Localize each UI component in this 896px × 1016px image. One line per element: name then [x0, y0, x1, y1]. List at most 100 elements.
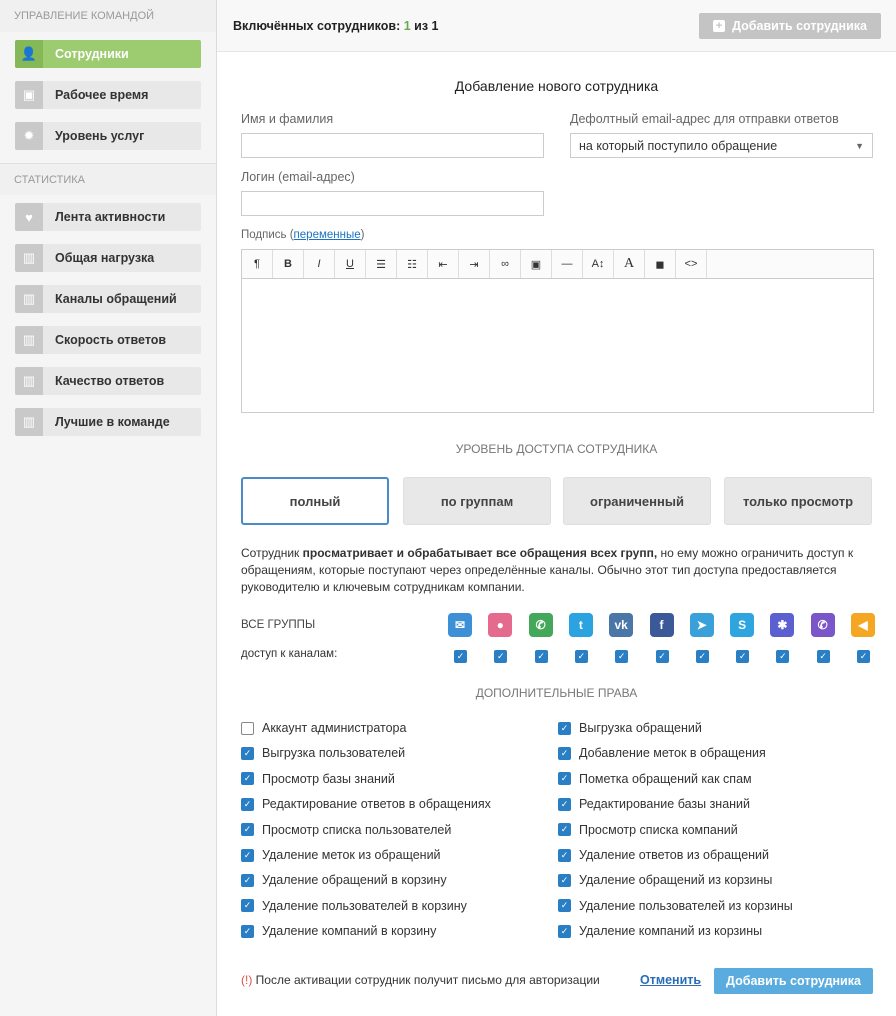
sidebar-item-stats-2[interactable]: ▥ Каналы обращений [15, 285, 201, 313]
permission-checkbox[interactable]: ✓ [558, 721, 571, 735]
phone-icon[interactable]: ✆ [528, 613, 553, 637]
background-color-icon[interactable]: ◼ [645, 250, 676, 278]
permission-right-5[interactable]: ✓ Удаление ответов из обращений [558, 848, 769, 862]
permission-checkbox[interactable]: ✓ [241, 848, 254, 862]
permission-right-0[interactable]: ✓ Выгрузка обращений [558, 721, 702, 735]
sidebar-item-stats-3[interactable]: ▥ Скорость ответов [15, 326, 201, 354]
channel-access-checkbox[interactable]: ✓ [574, 650, 588, 663]
bold-icon[interactable]: B [273, 250, 304, 278]
permission-left-0[interactable]: Аккаунт администратора [241, 721, 406, 735]
bar-chart-icon: ▥ [15, 367, 43, 395]
permission-right-6[interactable]: ✓ Удаление обращений из корзины [558, 873, 772, 887]
access-level-3[interactable]: только просмотр [724, 477, 872, 525]
desc-bold: просматривает и обрабатывает все обращен… [302, 546, 658, 560]
permission-checkbox[interactable]: ✓ [241, 797, 254, 811]
sidebar-item-stats-5[interactable]: ▥ Лучшие в команде [15, 408, 201, 436]
channel-access-checkbox[interactable]: ✓ [494, 650, 508, 663]
permission-checkbox[interactable]: ✓ [558, 772, 571, 786]
permission-checkbox[interactable]: ✓ [241, 746, 254, 760]
widget-icon[interactable]: ✱ [770, 613, 795, 637]
add-employee-submit-button[interactable]: Добавить сотрудника [714, 968, 873, 994]
name-input[interactable] [241, 133, 544, 158]
permission-right-7[interactable]: ✓ Удаление пользователей из корзины [558, 899, 793, 913]
permission-right-3[interactable]: ✓ Редактирование базы знаний [558, 797, 750, 811]
permission-checkbox[interactable]: ✓ [241, 899, 254, 913]
signature-textarea[interactable] [242, 279, 873, 412]
channel-access-checkbox[interactable]: ✓ [776, 650, 790, 663]
permission-left-1[interactable]: ✓ Выгрузка пользователей [241, 746, 405, 760]
channel-access-checkbox[interactable]: ✓ [655, 650, 669, 663]
permission-checkbox[interactable]: ✓ [558, 899, 571, 913]
permission-checkbox[interactable]: ✓ [558, 823, 571, 837]
channel-access-checkbox[interactable]: ✓ [454, 650, 467, 663]
vk-icon[interactable]: vk [609, 613, 634, 637]
telegram-icon[interactable]: ➤ [689, 613, 714, 637]
permission-right-4[interactable]: ✓ Просмотр списка компаний [558, 823, 738, 837]
permission-right-2[interactable]: ✓ Пометка обращений как спам [558, 772, 752, 786]
add-employee-top-button[interactable]: + Добавить сотрудника [699, 12, 881, 39]
channel-access-checkbox[interactable]: ✓ [857, 650, 870, 663]
permission-checkbox[interactable]: ✓ [241, 772, 254, 786]
indent-icon[interactable]: ⇥ [459, 250, 490, 278]
permission-left-4[interactable]: ✓ Просмотр списка пользователей [241, 823, 451, 837]
channel-access-checkbox[interactable]: ✓ [534, 650, 548, 663]
bullet-list-icon[interactable]: ☰ [366, 250, 397, 278]
source-code-icon[interactable]: <> [676, 250, 707, 278]
channel-access-checkbox[interactable]: ✓ [695, 650, 709, 663]
briefcase-icon: ▣ [15, 81, 43, 109]
access-level-0[interactable]: полный [241, 477, 389, 525]
cancel-link[interactable]: Отменить [640, 973, 701, 987]
permission-left-8[interactable]: ✓ Удаление компаний в корзину [241, 924, 436, 938]
email-icon[interactable]: ✉ [448, 613, 472, 637]
sidebar-item-stats-4[interactable]: ▥ Качество ответов [15, 367, 201, 395]
numbered-list-icon[interactable]: ☷ [397, 250, 428, 278]
channel-access-checkbox[interactable]: ✓ [615, 650, 629, 663]
permission-left-6[interactable]: ✓ Удаление обращений в корзину [241, 873, 447, 887]
viber-icon[interactable]: ✆ [810, 613, 835, 637]
count-suffix: из 1 [414, 18, 439, 33]
italic-icon[interactable]: I [304, 250, 335, 278]
megaphone-icon[interactable]: ◀ [851, 613, 875, 637]
permission-checkbox[interactable]: ✓ [558, 924, 571, 938]
permission-checkbox[interactable]: ✓ [558, 746, 571, 760]
permission-checkbox[interactable]: ✓ [241, 823, 254, 837]
access-level-1[interactable]: по группам [403, 477, 551, 525]
permission-left-7[interactable]: ✓ Удаление пользователей в корзину [241, 899, 467, 913]
image-icon[interactable]: ▣ [521, 250, 552, 278]
chat-icon[interactable]: ● [488, 613, 513, 637]
permission-left-3[interactable]: ✓ Редактирование ответов в обращениях [241, 797, 491, 811]
permission-checkbox[interactable]: ✓ [241, 924, 254, 938]
horizontal-rule-icon[interactable]: — [552, 250, 583, 278]
outdent-icon[interactable]: ⇤ [428, 250, 459, 278]
default-email-select[interactable]: на который поступило обращение ▼ [570, 133, 873, 158]
underline-icon[interactable]: U [335, 250, 366, 278]
font-size-icon[interactable]: A↕ [583, 250, 614, 278]
permission-checkbox[interactable]: ✓ [241, 873, 254, 887]
permission-checkbox[interactable]: ✓ [558, 873, 571, 887]
sidebar-item-stats-0[interactable]: ♥ Лента активности [15, 203, 201, 231]
login-input[interactable] [241, 191, 544, 216]
permission-left-2[interactable]: ✓ Просмотр базы знаний [241, 772, 395, 786]
permission-checkbox[interactable]: ✓ [558, 848, 571, 862]
permission-right-8[interactable]: ✓ Удаление компаний из корзины [558, 924, 762, 938]
sidebar-item-team-2[interactable]: ✹ Уровень услуг [15, 122, 201, 150]
channel-access-checkbox[interactable]: ✓ [736, 650, 750, 663]
facebook-icon[interactable]: f [649, 613, 674, 637]
access-level-2[interactable]: ограниченный [563, 477, 711, 525]
skype-icon[interactable]: S [730, 613, 755, 637]
login-label: Логин (email-адрес) [241, 170, 355, 184]
font-color-icon[interactable]: A [614, 250, 645, 278]
permission-checkbox[interactable] [241, 721, 254, 735]
permission-right-1[interactable]: ✓ Добавление меток в обращения [558, 746, 766, 760]
permission-left-5[interactable]: ✓ Удаление меток из обращений [241, 848, 441, 862]
sidebar-item-stats-1[interactable]: ▥ Общая нагрузка [15, 244, 201, 272]
paragraph-icon[interactable]: ¶ [242, 250, 273, 278]
link-icon[interactable]: ∞ [490, 250, 521, 278]
twitter-icon[interactable]: t [568, 613, 593, 637]
permission-checkbox[interactable]: ✓ [558, 797, 571, 811]
channel-access-checkbox[interactable]: ✓ [816, 650, 830, 663]
variables-link[interactable]: переменные [294, 229, 361, 241]
sidebar-item-team-1[interactable]: ▣ Рабочее время [15, 81, 201, 109]
sidebar-item-team-0[interactable]: 👤 Сотрудники [15, 40, 201, 68]
signature-label-text: Подпись ( [241, 229, 294, 241]
